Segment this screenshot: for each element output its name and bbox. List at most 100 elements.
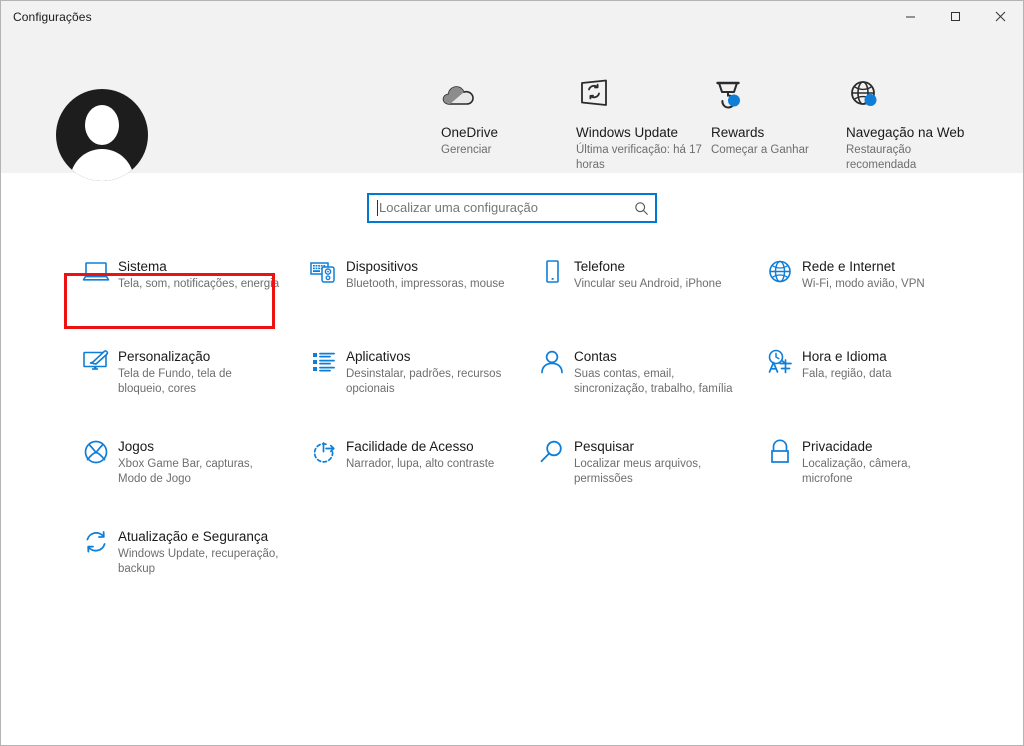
settings-tile-personalization[interactable]: Personalização Tela de Fundo, tela de bl… xyxy=(64,336,292,426)
phone-icon xyxy=(530,257,574,285)
tile-title: Sistema xyxy=(118,259,167,274)
tile-sub: Wi-Fi, modo avião, VPN xyxy=(802,278,925,290)
tile-title: Aplicativos xyxy=(346,349,411,364)
tile-text: Rede e Internet Wi-Fi, modo avião, VPN xyxy=(802,257,964,292)
tile-text: Hora e Idioma Fala, região, data xyxy=(802,347,964,382)
header-tile-title: Rewards xyxy=(711,125,765,140)
tile-title: Dispositivos xyxy=(346,259,419,274)
settings-tile-system[interactable]: Sistema Tela, som, notificações, energia xyxy=(64,246,292,336)
personalization-icon xyxy=(74,347,118,375)
settings-grid: Sistema Tela, som, notificações, energia xyxy=(1,235,1023,606)
tile-text: Telefone Vincular seu Android, iPhone xyxy=(574,257,736,292)
user-avatar-image xyxy=(56,89,148,181)
tile-title: Privacidade xyxy=(802,439,873,454)
apps-list-icon xyxy=(302,347,346,375)
windows-update-icon xyxy=(576,76,614,114)
settings-tile-network[interactable]: Rede e Internet Wi-Fi, modo avião, VPN xyxy=(748,246,976,336)
tile-title: Personalização xyxy=(118,349,211,364)
search-placeholder: Localizar uma configuração xyxy=(379,200,538,215)
header-tile-title: Navegação na Web xyxy=(846,125,965,140)
settings-tile-search[interactable]: Pesquisar Localizar meus arquivos, permi… xyxy=(520,426,748,516)
tile-sub: Fala, região, data xyxy=(802,368,892,380)
avatar[interactable] xyxy=(56,89,148,181)
tile-sub: Windows Update, recuperação, backup xyxy=(118,548,279,575)
settings-tile-update-security[interactable]: Atualização e Segurança Windows Update, … xyxy=(64,516,292,606)
tile-text: Aplicativos Desinstalar, padrões, recurs… xyxy=(346,347,508,397)
settings-tile-time-language[interactable]: Hora e Idioma Fala, região, data xyxy=(748,336,976,426)
tile-text: Contas Suas contas, email, sincronização… xyxy=(574,347,736,397)
tile-sub: Suas contas, email, sincronização, traba… xyxy=(574,368,733,395)
privacy-lock-icon xyxy=(758,437,802,465)
header-tile-title: Windows Update xyxy=(576,125,679,140)
tile-sub: Tela de Fundo, tela de bloqueio, cores xyxy=(118,368,232,395)
tile-sub: Bluetooth, impressoras, mouse xyxy=(346,278,505,290)
tile-sub: Localização, câmera, microfone xyxy=(802,458,911,485)
accounts-person-icon xyxy=(530,347,574,375)
settings-tile-gaming[interactable]: Jogos Xbox Game Bar, capturas, Modo de J… xyxy=(64,426,292,516)
tile-text: Facilidade de Acesso Narrador, lupa, alt… xyxy=(346,437,508,472)
header-tile-windows-update[interactable]: Windows Update Última verificação: há 17… xyxy=(576,76,711,173)
tile-title: Facilidade de Acesso xyxy=(346,439,474,454)
network-globe-icon xyxy=(758,257,802,285)
window-controls xyxy=(888,1,1023,32)
tile-sub: Vincular seu Android, iPhone xyxy=(574,278,722,290)
header-tile-sub: Restauração recomendada xyxy=(846,144,917,171)
time-language-icon xyxy=(758,347,802,375)
header-tile-sub: Gerenciar xyxy=(441,144,492,156)
search-icon[interactable] xyxy=(634,201,649,216)
gaming-xbox-icon xyxy=(74,437,118,465)
header-tile-sub: Começar a Ganhar xyxy=(711,144,809,156)
tile-text: Jogos Xbox Game Bar, capturas, Modo de J… xyxy=(118,437,280,487)
tile-text: Pesquisar Localizar meus arquivos, permi… xyxy=(574,437,736,487)
tile-title: Jogos xyxy=(118,439,155,454)
tile-sub: Xbox Game Bar, capturas, Modo de Jogo xyxy=(118,458,253,485)
tile-title: Contas xyxy=(574,349,617,364)
tile-sub: Narrador, lupa, alto contraste xyxy=(346,458,495,470)
tile-title: Hora e Idioma xyxy=(802,349,887,364)
search-area: Localizar uma configuração xyxy=(1,173,1023,235)
web-globe-icon xyxy=(846,76,884,114)
settings-tile-phone[interactable]: Telefone Vincular seu Android, iPhone xyxy=(520,246,748,336)
tile-text: Sistema Tela, som, notificações, energia xyxy=(118,257,280,292)
tile-text: Privacidade Localização, câmera, microfo… xyxy=(802,437,964,487)
tile-title: Rede e Internet xyxy=(802,259,896,274)
settings-tile-apps[interactable]: Aplicativos Desinstalar, padrões, recurs… xyxy=(292,336,520,426)
search-magnifier-icon xyxy=(530,437,574,465)
settings-grid-wrapper: Sistema Tela, som, notificações, energia xyxy=(1,235,1023,745)
update-security-icon xyxy=(74,527,118,555)
settings-window: Configurações OneDrive Gerenciar Windows… xyxy=(0,0,1024,746)
tile-title: Pesquisar xyxy=(574,439,635,454)
avatar-body-shape xyxy=(70,149,134,181)
header-tile-web-browsing[interactable]: Navegação na Web Restauração recomendada xyxy=(846,76,981,173)
devices-icon xyxy=(302,257,346,285)
settings-tile-devices[interactable]: Dispositivos Bluetooth, impressoras, mou… xyxy=(292,246,520,336)
minimize-button[interactable] xyxy=(888,1,933,32)
avatar-head-shape xyxy=(85,105,119,145)
rewards-medal-icon xyxy=(711,76,749,114)
settings-tile-ease-of-access[interactable]: Facilidade de Acesso Narrador, lupa, alt… xyxy=(292,426,520,516)
window-title: Configurações xyxy=(13,9,92,24)
text-caret xyxy=(377,200,378,216)
tile-sub: Desinstalar, padrões, recursos opcionais xyxy=(346,368,502,395)
header-tile-title: OneDrive xyxy=(441,125,499,140)
title-bar: Configurações xyxy=(1,1,1023,32)
settings-tile-privacy[interactable]: Privacidade Localização, câmera, microfo… xyxy=(748,426,976,516)
maximize-button[interactable] xyxy=(933,1,978,32)
tile-title: Telefone xyxy=(574,259,626,274)
header-tile-onedrive[interactable]: OneDrive Gerenciar xyxy=(441,76,576,173)
ease-of-access-icon xyxy=(302,437,346,465)
search-input[interactable]: Localizar uma configuração xyxy=(367,193,657,223)
close-button[interactable] xyxy=(978,1,1023,32)
tile-title: Atualização e Segurança xyxy=(118,529,269,544)
header-tile-rewards[interactable]: Rewards Começar a Ganhar xyxy=(711,76,846,173)
onedrive-cloud-icon xyxy=(441,76,479,114)
system-laptop-icon xyxy=(74,257,118,285)
tile-text: Atualização e Segurança Windows Update, … xyxy=(118,527,280,577)
header-tiles: OneDrive Gerenciar Windows Update Última… xyxy=(441,76,981,173)
header-tile-sub: Última verificação: há 17 horas xyxy=(576,144,702,171)
account-header: OneDrive Gerenciar Windows Update Última… xyxy=(1,32,1023,181)
settings-tile-accounts[interactable]: Contas Suas contas, email, sincronização… xyxy=(520,336,748,426)
tile-text: Dispositivos Bluetooth, impressoras, mou… xyxy=(346,257,508,292)
tile-sub: Localizar meus arquivos, permissões xyxy=(574,458,702,485)
tile-sub: Tela, som, notificações, energia xyxy=(118,278,280,290)
